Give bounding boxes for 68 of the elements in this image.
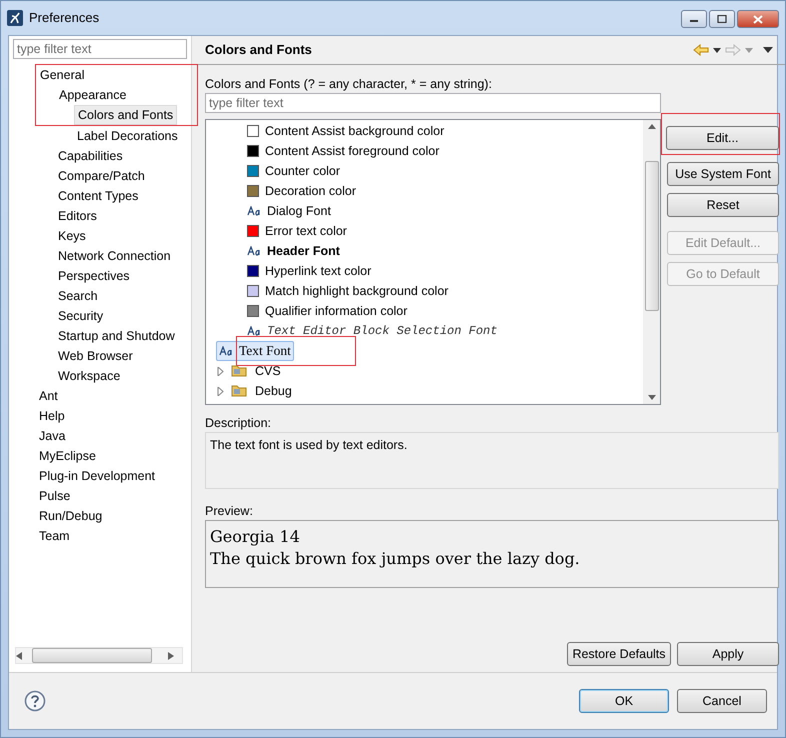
dialog-button[interactable]: OK: [579, 689, 669, 713]
tree-item[interactable]: Keys: [54, 226, 90, 246]
tree-item[interactable]: Editors: [54, 206, 101, 226]
tree-item[interactable]: Network Connection: [54, 246, 175, 266]
scroll-up-icon[interactable]: [648, 124, 656, 129]
list-item[interactable]: Match highlight background color: [216, 281, 452, 301]
window-title: Preferences: [29, 9, 100, 28]
tree-item[interactable]: Team: [35, 526, 74, 546]
app-icon: [7, 10, 23, 26]
list-item[interactable]: Content Assist background color: [216, 121, 448, 141]
dialog-button[interactable]: Cancel: [677, 689, 767, 713]
tree-item[interactable]: Plug-in Development: [35, 466, 160, 486]
filter-label: Colors and Fonts (? = any character, * = any string):: [205, 76, 493, 93]
tree-item[interactable]: Startup and Shutdow: [54, 326, 179, 346]
tree-item[interactable]: Perspectives: [54, 266, 134, 286]
list-item[interactable]: CVS: [216, 361, 284, 381]
description-label: Description:: [205, 415, 272, 432]
list-item[interactable]: Dialog Font: [216, 201, 334, 221]
vertical-scrollbar[interactable]: [643, 120, 660, 404]
filter-field[interactable]: type filter text: [205, 93, 661, 113]
action-button[interactable]: Restore Defaults: [567, 642, 671, 666]
list-item[interactable]: Error text color: [216, 221, 350, 241]
action-button[interactable]: Reset: [667, 193, 779, 217]
tree-item[interactable]: Java: [35, 426, 70, 446]
tree-item[interactable]: Help: [35, 406, 69, 426]
tree-item[interactable]: Web Browser: [54, 346, 137, 366]
tree-item[interactable]: Label Decorations: [73, 126, 182, 146]
preview-text: Georgia 14: [210, 526, 301, 548]
tree-item[interactable]: Search: [54, 286, 102, 306]
tree-item[interactable]: Capabilities: [54, 146, 127, 166]
horizontal-scrollbar[interactable]: [15, 647, 183, 664]
tree-item[interactable]: MyEclipse: [35, 446, 100, 466]
tree-item[interactable]: Ant: [35, 386, 62, 406]
list-item[interactable]: Qualifier information color: [216, 301, 410, 321]
tree-item[interactable]: Pulse: [35, 486, 74, 506]
action-button[interactable]: Edit...: [666, 126, 779, 150]
list-item[interactable]: Counter color: [216, 161, 344, 181]
action-button[interactable]: Apply: [677, 642, 779, 666]
scroll-down-icon[interactable]: [648, 395, 656, 400]
tree-item[interactable]: Content Types: [54, 186, 142, 206]
tree-item[interactable]: Workspace: [54, 366, 124, 386]
minimize-button[interactable]: [681, 10, 707, 28]
list-item[interactable]: Debug: [216, 381, 295, 401]
list-item[interactable]: Decoration color: [216, 181, 360, 201]
list-item[interactable]: Content Assist foreground color: [216, 141, 442, 161]
tree-item[interactable]: Compare/Patch: [54, 166, 149, 186]
list-item[interactable]: Hyperlink text color: [216, 261, 374, 281]
tree-item[interactable]: Colors and Fonts: [74, 105, 178, 125]
tree-item[interactable]: General: [36, 65, 88, 85]
list-item[interactable]: Text Editor Block Selection Font: [216, 321, 500, 341]
preview-label: Preview:: [205, 503, 254, 520]
filter-field[interactable]: type filter text: [13, 39, 187, 59]
tree-item[interactable]: Security: [54, 306, 108, 326]
list-item[interactable]: Text Font: [216, 341, 294, 361]
close-button[interactable]: [737, 10, 779, 28]
tree-item[interactable]: Run/Debug: [35, 506, 106, 526]
tree-item[interactable]: Appearance: [55, 85, 130, 105]
description-text: The text font is used by text editors.: [205, 432, 779, 489]
dropdown-icon[interactable]: [713, 48, 721, 52]
preview-text: The quick brown fox jumps over the lazy dog.: [210, 548, 581, 570]
help-icon[interactable]: [24, 690, 46, 712]
close-icon: [753, 14, 763, 24]
action-button[interactable]: Use System Font: [667, 162, 779, 186]
menu-icon[interactable]: [763, 47, 773, 53]
maximize-icon: [717, 15, 727, 23]
page-title: Colors and Fonts: [205, 42, 312, 58]
maximize-button[interactable]: [709, 10, 735, 28]
list-item[interactable]: Header Font: [216, 241, 343, 261]
